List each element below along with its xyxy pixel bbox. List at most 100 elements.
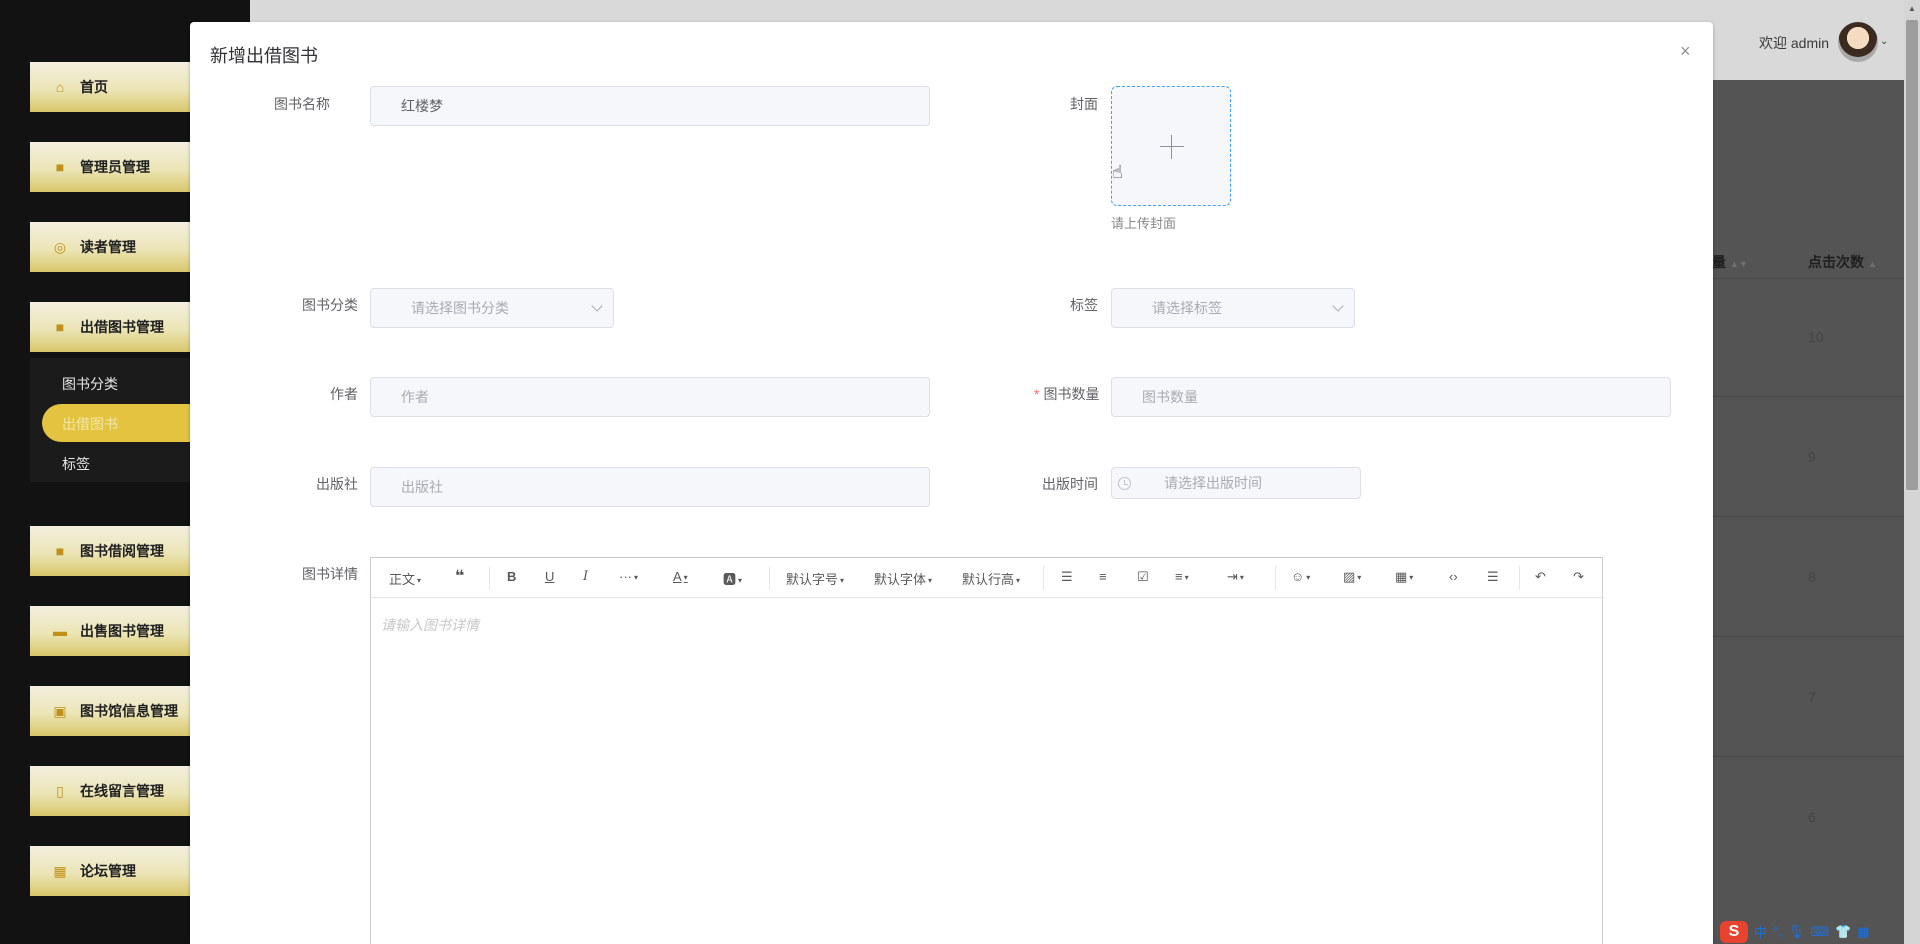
- welcome-text: 欢迎 admin: [1759, 35, 1830, 51]
- more-style-dropdown[interactable]: ··· ▾: [619, 569, 638, 584]
- publisher-input[interactable]: 出版社: [370, 467, 930, 507]
- lend-book-icon: ■: [55, 319, 65, 335]
- sidebar-item-label: 首页: [80, 79, 108, 95]
- sort-icon[interactable]: ▲: [1868, 259, 1877, 269]
- clock-icon: [1118, 477, 1131, 490]
- code-icon[interactable]: ‹›: [1449, 569, 1458, 584]
- image-icon[interactable]: ▨ ▾: [1343, 569, 1361, 585]
- sale-icon: ▬: [53, 623, 67, 639]
- hand-cursor-icon: ☝: [1112, 162, 1123, 182]
- publish-time-placeholder: 请选择出版时间: [1164, 475, 1262, 491]
- library-icon: ▣: [53, 703, 67, 719]
- plus-icon: [1160, 146, 1184, 147]
- table-cell-clicks: 7: [1808, 689, 1816, 705]
- toolbar-separator: [489, 566, 490, 590]
- details-label: 图书详情: [302, 566, 358, 582]
- sidebar-item-label: 读者管理: [80, 239, 136, 255]
- category-label: 图书分类: [302, 297, 358, 313]
- submenu-item-category[interactable]: 图书分类: [62, 374, 118, 394]
- add-lend-book-dialog: 新增出借图书 × 图书名称 红楼梦 封面 请上传封面 ☝ 图书分类 请选择图书分…: [190, 22, 1713, 944]
- redo-icon[interactable]: ↷: [1573, 569, 1584, 585]
- sidebar-item-label: 图书借阅管理: [80, 543, 164, 559]
- plus-icon: [1171, 135, 1172, 159]
- bulleted-list-icon[interactable]: ☰: [1061, 569, 1073, 585]
- cover-label: 封面: [1070, 96, 1098, 112]
- indent-icon[interactable]: ⇥ ▾: [1227, 569, 1244, 585]
- quantity-input[interactable]: 图书数量: [1111, 377, 1671, 417]
- ime-toolbar: S 中 °, 🎙 ⌨ 👕 ▦: [1716, 919, 1920, 944]
- font-size-dropdown[interactable]: 默认字号 ▾: [786, 569, 844, 588]
- publish-time-label: 出版时间: [1042, 476, 1098, 492]
- undo-icon[interactable]: ↶: [1535, 569, 1546, 585]
- emotion-icon[interactable]: ☺ ▾: [1291, 569, 1310, 584]
- bold-icon[interactable]: B: [507, 569, 516, 584]
- todo-icon[interactable]: ☑: [1137, 569, 1149, 585]
- punctuation-icon[interactable]: °,: [1773, 924, 1782, 939]
- font-family-dropdown[interactable]: 默认字体 ▾: [874, 569, 932, 588]
- scrollbar-thumb[interactable]: [1906, 20, 1918, 490]
- toolbar-separator: [769, 566, 770, 590]
- sidebar-item-label: 论坛管理: [80, 863, 136, 879]
- sidebar-item-label: 管理员管理: [80, 159, 150, 175]
- tag-placeholder: 请选择标签: [1152, 300, 1222, 316]
- skin-icon[interactable]: 👕: [1835, 924, 1851, 940]
- sogou-logo-icon[interactable]: S: [1720, 920, 1748, 943]
- font-color-icon[interactable]: A ▾: [673, 569, 688, 584]
- column-header-clicks[interactable]: 点击次数 ▲: [1808, 252, 1877, 272]
- author-label: 作者: [330, 386, 358, 402]
- submenu-item-tag[interactable]: 标签: [62, 454, 90, 474]
- avatar[interactable]: [1838, 22, 1878, 62]
- toolbar-separator: [1275, 566, 1276, 590]
- category-select[interactable]: 请选择图书分类: [370, 288, 614, 328]
- details-placeholder: 请输入图书详情: [381, 617, 479, 633]
- ime-language[interactable]: 中: [1754, 922, 1767, 941]
- sidebar-item-label: 图书馆信息管理: [80, 703, 178, 719]
- line-height-dropdown[interactable]: 默认行高 ▾: [962, 569, 1020, 588]
- divider-icon[interactable]: ☰: [1487, 569, 1499, 585]
- forum-icon: ▦: [53, 863, 67, 879]
- tag-label: 标签: [1070, 297, 1098, 313]
- justify-icon[interactable]: ≡ ▾: [1175, 569, 1189, 584]
- table-cell-clicks: 10: [1808, 329, 1824, 345]
- reader-icon: ◎: [53, 239, 67, 255]
- publish-time-picker[interactable]: 请选择出版时间: [1111, 467, 1361, 499]
- sort-icon[interactable]: ▲▼: [1730, 259, 1748, 269]
- book-name-input[interactable]: 红楼梦: [370, 86, 930, 126]
- table-icon[interactable]: ▦ ▾: [1395, 569, 1413, 585]
- required-mark: *: [1034, 386, 1040, 402]
- heading-dropdown[interactable]: 正文 ▾: [389, 569, 421, 588]
- row-divider: [1712, 516, 1908, 517]
- blockquote-icon[interactable]: ❝: [455, 566, 464, 586]
- cover-upload-tip: 请上传封面: [1111, 216, 1177, 231]
- scroll-up-icon[interactable]: ▲: [1908, 4, 1916, 13]
- toolbar-separator: [1519, 566, 1520, 590]
- row-divider: [1712, 756, 1908, 757]
- italic-icon[interactable]: I: [583, 569, 588, 584]
- column-header-quantity[interactable]: 量 ▲▼: [1712, 252, 1748, 272]
- table-cell-clicks: 6: [1808, 809, 1816, 825]
- home-icon: ⌂: [55, 79, 65, 95]
- table-header: 量 ▲▼ 点击次数 ▲: [1712, 244, 1908, 278]
- tag-select[interactable]: 请选择标签: [1111, 288, 1355, 328]
- toolbar-separator: [1043, 566, 1044, 590]
- chevron-down-icon: [1332, 300, 1344, 312]
- chevron-down-icon: [591, 300, 603, 312]
- sidebar-item-label: 在线留言管理: [80, 783, 164, 799]
- submenu-item-lend-book[interactable]: 出借图书: [62, 414, 118, 434]
- category-placeholder: 请选择图书分类: [411, 300, 509, 316]
- microphone-icon[interactable]: 🎙: [1788, 924, 1805, 940]
- background-color-icon[interactable]: 🅰 ▾: [723, 569, 742, 588]
- toolbox-icon[interactable]: ▦: [1857, 924, 1869, 940]
- sidebar-item-label: 出借图书管理: [80, 319, 164, 335]
- keyboard-icon[interactable]: ⌨: [1810, 924, 1829, 940]
- publisher-label: 出版社: [316, 476, 358, 492]
- numbered-list-icon[interactable]: ≡: [1099, 569, 1107, 584]
- author-input[interactable]: 作者: [370, 377, 930, 417]
- details-rich-editor: 正文 ▾ ❝ B U I ··· ▾ A ▾ 🅰 ▾ 默认字号 ▾ 默认字体 ▾ 默认行高 ▾…: [370, 557, 1603, 944]
- admin-icon: ■: [55, 159, 65, 175]
- close-icon[interactable]: ×: [1680, 42, 1691, 60]
- sidebar-item-label: 出售图书管理: [80, 623, 164, 639]
- cover-upload[interactable]: [1111, 86, 1231, 206]
- underline-icon[interactable]: U: [545, 569, 554, 584]
- chevron-down-icon[interactable]: ⌄: [1880, 36, 1888, 47]
